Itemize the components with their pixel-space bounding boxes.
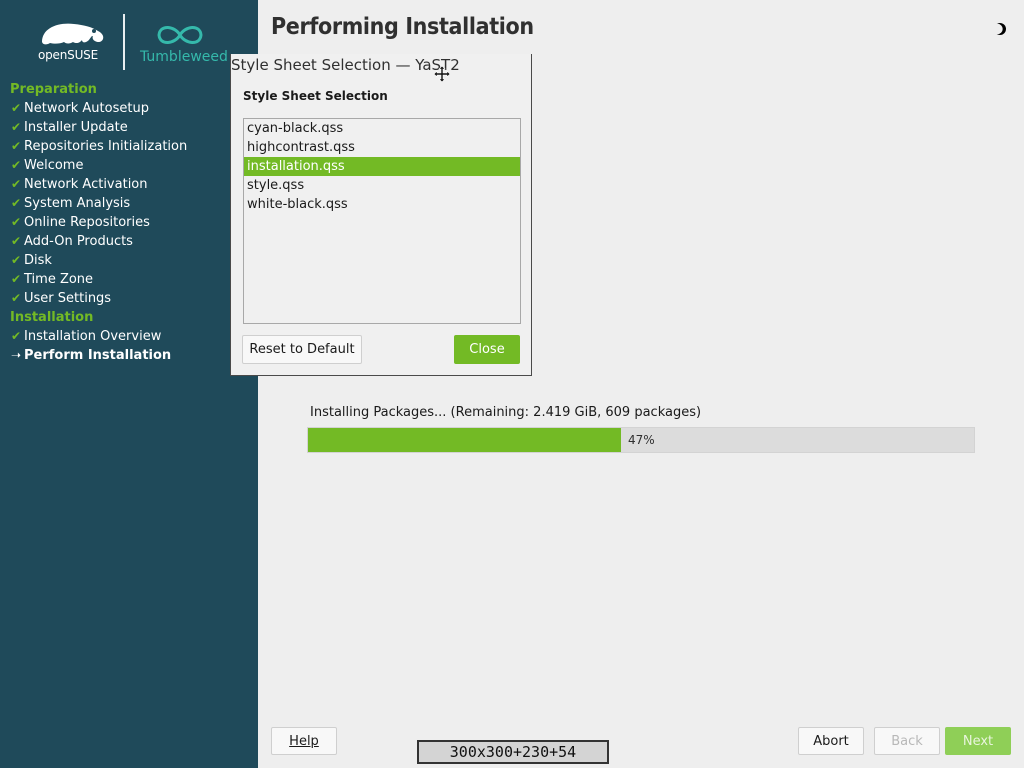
reset-to-default-button[interactable]: Reset to Default — [242, 335, 362, 364]
check-icon: ✔ — [11, 120, 22, 134]
arrow-right-icon: ➝ — [11, 348, 22, 362]
tumbleweed-logo: Tumbleweed — [138, 20, 228, 68]
list-item[interactable]: style.qss — [244, 176, 520, 195]
check-icon: ✔ — [11, 272, 22, 286]
step-disk: ✔ Disk — [11, 253, 52, 268]
step-perform-installation: ➝ Perform Installation — [11, 348, 172, 363]
step-installer-update: ✔ Installer Update — [11, 120, 128, 135]
list-item-selected[interactable]: installation.qss — [244, 157, 520, 176]
logo-divider — [123, 14, 125, 70]
logo-brand-text: openSUSE — [38, 48, 98, 62]
chameleon-icon — [42, 23, 104, 45]
check-icon: ✔ — [11, 196, 22, 210]
list-item[interactable]: white-black.qss — [244, 195, 520, 214]
sidebar: openSUSE Tumbleweed Preparation ✔ Network… — [0, 0, 258, 768]
help-button[interactable]: Help — [271, 727, 337, 755]
check-icon: ✔ — [11, 253, 22, 267]
section-preparation: Preparation — [10, 82, 97, 97]
check-icon: ✔ — [11, 291, 22, 305]
step-repositories-initialization: ✔ Repositories Initialization — [11, 139, 188, 154]
progress-label: Installing Packages... (Remaining: 2.419… — [310, 405, 702, 420]
logo-product-text: Tumbleweed — [140, 49, 228, 65]
dialog-heading: Style Sheet Selection — [243, 89, 388, 103]
help-label: Help — [289, 733, 319, 749]
theme-toggle-button[interactable] — [992, 22, 1007, 36]
check-icon: ✔ — [11, 234, 22, 248]
check-icon: ✔ — [11, 215, 22, 229]
close-button[interactable]: Close — [454, 335, 520, 364]
check-icon: ✔ — [11, 101, 22, 115]
check-icon: ✔ — [11, 177, 22, 191]
check-icon: ✔ — [11, 329, 22, 343]
style-sheet-dialog: Style Sheet Selection — YaST2 Style Shee… — [230, 54, 532, 376]
step-add-on-products: ✔ Add-On Products — [11, 234, 133, 249]
installation-steps: Preparation ✔ Network Autosetup ✔ Installe… — [10, 80, 250, 365]
list-item[interactable]: cyan-black.qss — [244, 119, 520, 138]
window-geometry-tooltip: 300x300+230+54 — [417, 740, 609, 764]
step-user-settings: ✔ User Settings — [11, 291, 112, 306]
progress-fill — [308, 428, 622, 452]
stylesheet-list[interactable]: cyan-black.qss highcontrast.qss installa… — [243, 118, 521, 324]
step-welcome: ✔ Welcome — [11, 158, 84, 173]
abort-button[interactable]: Abort — [798, 727, 864, 755]
opensuse-logo: openSUSE — [36, 18, 110, 66]
check-icon: ✔ — [11, 139, 22, 153]
step-network-autosetup: ✔ Network Autosetup — [11, 101, 149, 116]
dialog-window-title[interactable]: Style Sheet Selection — YaST2 — [231, 56, 460, 74]
step-time-zone: ✔ Time Zone — [11, 272, 94, 287]
back-button[interactable]: Back — [874, 727, 940, 755]
infinity-icon — [157, 26, 203, 44]
check-icon: ✔ — [11, 158, 22, 172]
section-installation: Installation — [10, 310, 94, 325]
half-moon-icon — [992, 23, 1006, 35]
step-system-analysis: ✔ System Analysis — [11, 196, 131, 211]
list-item[interactable]: highcontrast.qss — [244, 138, 520, 157]
move-cursor-icon — [433, 65, 451, 83]
step-installation-overview: ✔ Installation Overview — [11, 329, 162, 344]
progress-percent: 47% — [628, 433, 655, 447]
step-online-repositories: ✔ Online Repositories — [11, 215, 150, 230]
step-network-activation: ✔ Network Activation — [11, 177, 148, 192]
next-button[interactable]: Next — [945, 727, 1011, 755]
installation-progress-bar: 47% — [307, 427, 975, 453]
page-title: Performing Installation — [271, 14, 534, 40]
